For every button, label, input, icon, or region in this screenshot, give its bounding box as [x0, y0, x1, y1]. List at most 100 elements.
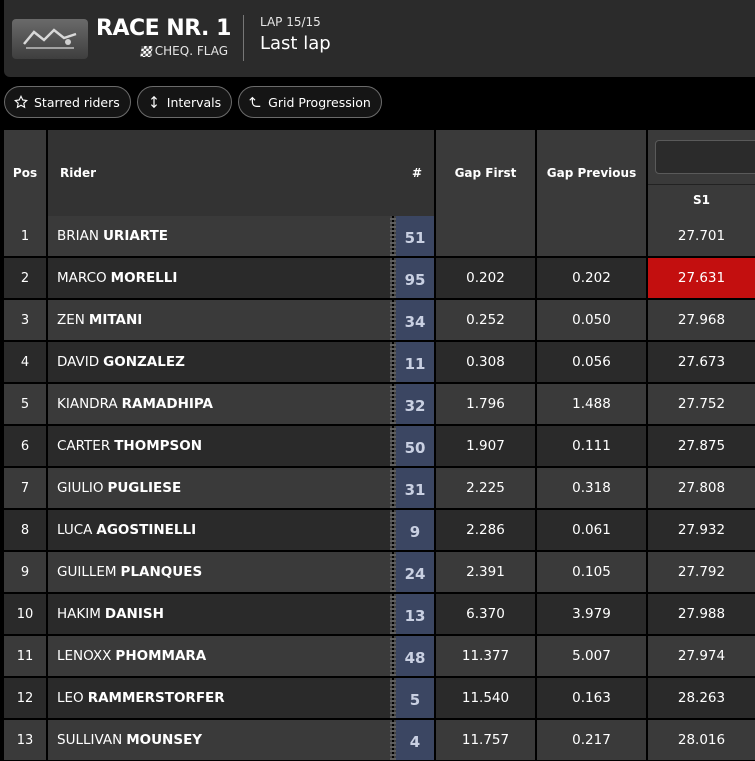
- table-row[interactable]: 10 HAKIM DANISH 13 6.370 3.979 27.988: [4, 594, 755, 636]
- table-row[interactable]: 7 GIULIO PUGLIESE 31 2.225 0.318 27.808: [4, 468, 755, 510]
- column-header-rider[interactable]: Rider #: [48, 130, 434, 216]
- column-header-gap-previous[interactable]: Gap Previous: [537, 130, 646, 216]
- rider-name-cell[interactable]: GUILLEM PLANQUES: [48, 552, 390, 592]
- position-cell: 12: [4, 678, 46, 718]
- gap-first-cell: 2.286: [436, 510, 535, 550]
- rider-name-cell[interactable]: HAKIM DANISH: [48, 594, 390, 634]
- sector-1-time: 27.808: [648, 468, 755, 508]
- gap-previous-cell: [537, 216, 646, 256]
- starred-riders-label: Starred riders: [34, 94, 120, 110]
- rider-name-cell[interactable]: SULLIVAN MOUNSEY: [48, 720, 390, 760]
- table-row[interactable]: 12 LEO RAMMERSTORFER 5 11.540 0.163 28.263: [4, 678, 755, 720]
- rider-first-name: BRIAN: [57, 228, 99, 244]
- rider-name-cell[interactable]: ZEN MITANI: [48, 300, 390, 340]
- rider-name-cell[interactable]: CARTER THOMPSON: [48, 426, 390, 466]
- rider-name-cell[interactable]: MARCO MORELLI: [48, 258, 390, 298]
- rider-last-name: DANISH: [104, 606, 164, 622]
- gap-first-cell: 2.391: [436, 552, 535, 592]
- rider-last-name: PLANQUES: [120, 564, 203, 580]
- column-header-sectors: S1: [648, 130, 755, 216]
- flag-status-text: CHEQ. FLAG: [154, 44, 228, 58]
- sector-1-time: 27.875: [648, 426, 755, 466]
- table-row[interactable]: 3 ZEN MITANI 34 0.252 0.050 27.968: [4, 300, 755, 342]
- sector-1-time: 27.792: [648, 552, 755, 592]
- rider-last-name: RAMADHIPA: [121, 396, 213, 412]
- table-row[interactable]: 9 GUILLEM PLANQUES 24 2.391 0.105 27.792: [4, 552, 755, 594]
- rider-last-name: MITANI: [88, 312, 143, 328]
- gap-first-cell: 11.540: [436, 678, 535, 718]
- grid-progression-label: Grid Progression: [268, 94, 371, 110]
- rider-first-name: GIULIO: [57, 480, 104, 496]
- intervals-button[interactable]: Intervals: [136, 86, 233, 118]
- series-logo-icon: [23, 28, 77, 49]
- rider-number: 95: [396, 258, 434, 298]
- sector-1-time: 27.988: [648, 594, 755, 634]
- position-cell: 3: [4, 300, 46, 340]
- rider-number: 9: [396, 510, 434, 550]
- rider-name-cell[interactable]: LENOXX PHOMMARA: [48, 636, 390, 676]
- rider-first-name: LUCA: [57, 522, 93, 538]
- position-cell: 13: [4, 720, 46, 760]
- rider-name-cell[interactable]: GIULIO PUGLIESE: [48, 468, 390, 508]
- rider-number: 24: [396, 552, 434, 592]
- table-row[interactable]: 4 DAVID GONZALEZ 11 0.308 0.056 27.673: [4, 342, 755, 384]
- rider-number: 5: [396, 678, 434, 718]
- sector-selector[interactable]: [655, 140, 755, 174]
- header-divider: [243, 15, 244, 61]
- table-row[interactable]: 5 KIANDRA RAMADHIPA 32 1.796 1.488 27.752: [4, 384, 755, 426]
- gap-previous-cell: 3.979: [537, 594, 646, 634]
- sector-1-time: 27.673: [648, 342, 755, 382]
- gap-previous-cell: 0.050: [537, 300, 646, 340]
- grid-progression-button[interactable]: Grid Progression: [238, 86, 382, 118]
- table-row[interactable]: 11 LENOXX PHOMMARA 48 11.377 5.007 27.974: [4, 636, 755, 678]
- race-header: RACE NR. 1 CHEQ. FLAG LAP 15/15 Last lap: [4, 0, 755, 77]
- rider-name-cell[interactable]: LEO RAMMERSTORFER: [48, 678, 390, 718]
- gap-previous-cell: 0.163: [537, 678, 646, 718]
- column-header-gap-first[interactable]: Gap First: [436, 130, 535, 216]
- gap-first-cell: 0.202: [436, 258, 535, 298]
- column-header-pos[interactable]: Pos: [4, 130, 46, 216]
- sector-1-time: 27.968: [648, 300, 755, 340]
- gap-previous-cell: 0.202: [537, 258, 646, 298]
- sector-1-time: 27.932: [648, 510, 755, 550]
- table-row[interactable]: 2 MARCO MORELLI 95 0.202 0.202 27.631: [4, 258, 755, 300]
- gap-first-cell: 11.757: [436, 720, 535, 760]
- starred-riders-button[interactable]: Starred riders: [4, 86, 131, 118]
- position-cell: 4: [4, 342, 46, 382]
- rider-first-name: LEO: [57, 690, 84, 706]
- rider-first-name: SULLIVAN: [57, 732, 123, 748]
- table-row[interactable]: 6 CARTER THOMPSON 50 1.907 0.111 27.875: [4, 426, 755, 468]
- rider-name-cell[interactable]: LUCA AGOSTINELLI: [48, 510, 390, 550]
- up-down-arrow-icon: [150, 95, 157, 109]
- lap-counter: LAP 15/15: [260, 15, 321, 29]
- rider-first-name: DAVID: [57, 354, 100, 370]
- sector-1-time: 27.752: [648, 384, 755, 424]
- rider-number: 31: [396, 468, 434, 508]
- sector-1-time: 27.631: [648, 258, 755, 298]
- flag-status: CHEQ. FLAG: [140, 44, 228, 58]
- column-header-number: #: [411, 166, 422, 180]
- table-row[interactable]: 8 LUCA AGOSTINELLI 9 2.286 0.061 27.932: [4, 510, 755, 552]
- position-cell: 7: [4, 468, 46, 508]
- position-cell: 9: [4, 552, 46, 592]
- rider-name-cell[interactable]: KIANDRA RAMADHIPA: [48, 384, 390, 424]
- rider-number: 4: [396, 720, 434, 760]
- rider-last-name: RAMMERSTORFER: [87, 690, 225, 706]
- rider-name-cell[interactable]: BRIAN URIARTE: [48, 216, 390, 256]
- column-header-s1: S1: [648, 184, 755, 214]
- sector-1-time: 27.974: [648, 636, 755, 676]
- gap-first-cell: 1.796: [436, 384, 535, 424]
- gap-first-cell: 1.907: [436, 426, 535, 466]
- table-body: 1 BRIAN URIARTE 51 27.701 2 MARCO MORELLI 95 0.20…: [4, 216, 755, 761]
- rider-first-name: CARTER: [57, 438, 111, 454]
- gap-previous-cell: 0.318: [537, 468, 646, 508]
- rider-first-name: LENOXX: [57, 648, 112, 664]
- rider-number: 13: [396, 594, 434, 634]
- position-cell: 6: [4, 426, 46, 466]
- rider-name-cell[interactable]: DAVID GONZALEZ: [48, 342, 390, 382]
- rider-number: 34: [396, 300, 434, 340]
- rider-last-name: MOUNSEY: [126, 732, 203, 748]
- gap-previous-cell: 0.105: [537, 552, 646, 592]
- table-row[interactable]: 1 BRIAN URIARTE 51 27.701: [4, 216, 755, 258]
- table-row[interactable]: 13 SULLIVAN MOUNSEY 4 11.757 0.217 28.016: [4, 720, 755, 761]
